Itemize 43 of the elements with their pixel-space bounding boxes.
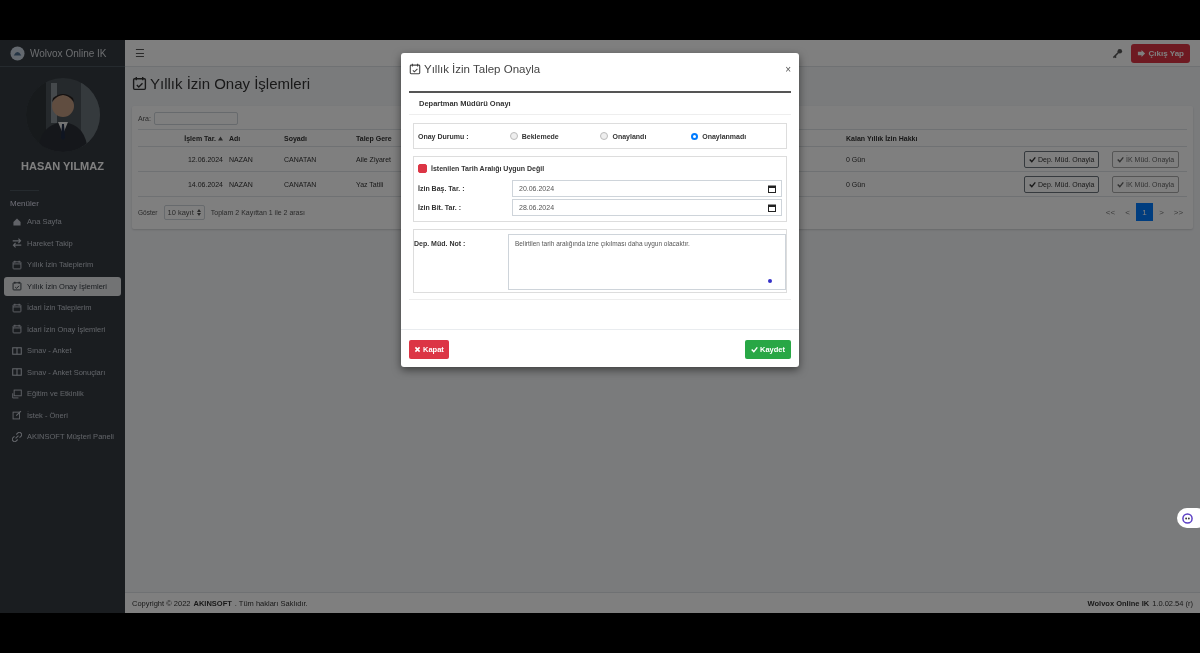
calendar-check-icon — [409, 63, 421, 75]
calendar-check-icon — [12, 281, 22, 292]
calendar-icon — [12, 259, 22, 270]
chat-button[interactable] — [1177, 508, 1200, 528]
logout-button[interactable]: Çıkış Yap — [1130, 43, 1190, 63]
arrows-icon — [12, 238, 22, 249]
calendar-icon — [12, 324, 22, 335]
page-button[interactable]: > — [1153, 203, 1170, 221]
page-button[interactable]: << — [1102, 203, 1119, 221]
check-icon — [1117, 180, 1124, 188]
monitor-icon — [12, 388, 22, 399]
page-button[interactable]: 1 — [1136, 203, 1153, 221]
chat-icon — [1182, 512, 1193, 524]
calendar-icon — [12, 302, 22, 313]
calendar-icon[interactable] — [768, 204, 776, 212]
dialog-title: Yıllık İzin Talep Onayla — [424, 63, 541, 75]
link-icon — [12, 431, 22, 442]
book-icon — [12, 345, 22, 356]
section-label: Menüler — [10, 190, 39, 208]
brand-name: Wolvox Online IK — [30, 47, 107, 59]
menu-icon[interactable]: ☰ — [135, 46, 145, 60]
search-field[interactable] — [153, 112, 238, 125]
updown-icon — [196, 208, 201, 216]
key-icon[interactable] — [1111, 47, 1123, 59]
home-icon — [12, 216, 22, 227]
check-icon — [1029, 155, 1036, 163]
book-icon — [12, 367, 22, 378]
check-icon — [1029, 180, 1036, 188]
page-button[interactable]: < — [1119, 203, 1136, 221]
user-name: HASAN YILMAZ — [20, 160, 105, 172]
page-button[interactable]: >> — [1170, 203, 1187, 221]
close-icon — [414, 346, 421, 353]
dot-icon — [768, 279, 772, 283]
calendar-check-icon — [132, 76, 147, 91]
sort-icon[interactable] — [218, 135, 223, 141]
logout-icon — [1136, 48, 1146, 58]
page-title: Yıllık İzin Onay İşlemleri — [150, 75, 311, 92]
calendar-icon[interactable] — [768, 185, 776, 193]
check-icon — [1117, 155, 1124, 163]
logo-icon — [10, 45, 25, 61]
edit-icon — [12, 410, 22, 421]
check-icon — [751, 346, 758, 353]
close-button[interactable]: × — [785, 63, 791, 75]
